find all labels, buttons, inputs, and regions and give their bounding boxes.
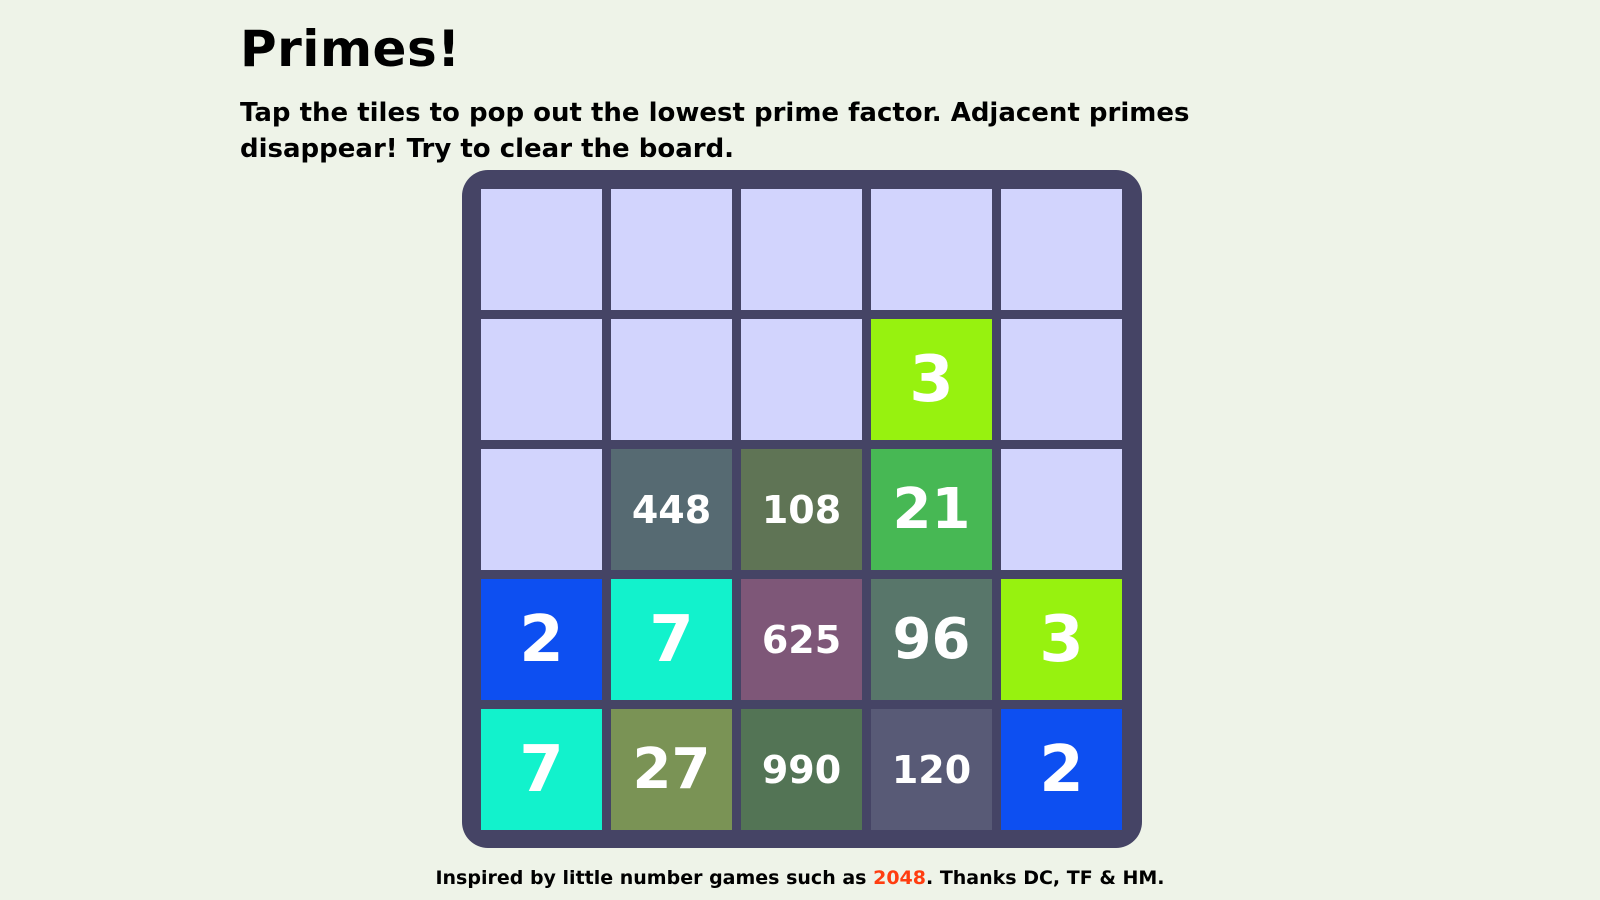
number-tile[interactable]: 625: [741, 579, 862, 700]
number-tile[interactable]: 3: [1001, 579, 1122, 700]
game-board: 3 448 108 21 2 7 625 96 3 7 27 990 120 2: [462, 170, 1142, 848]
number-tile[interactable]: 108: [741, 449, 862, 570]
tile-value: 108: [761, 487, 842, 532]
footer-text-before: Inspired by little number games such as: [435, 867, 874, 889]
tile-value: 27: [632, 737, 711, 802]
footer-text-after: . Thanks DC, TF & HM.: [925, 867, 1165, 889]
tile-value: 3: [1039, 602, 1084, 677]
empty-tile[interactable]: [741, 189, 862, 310]
game-page: Primes! Tap the tiles to pop out the low…: [0, 0, 1600, 900]
empty-tile[interactable]: [1001, 189, 1122, 310]
empty-tile[interactable]: [481, 449, 602, 570]
tile-value: 120: [891, 747, 972, 792]
number-tile[interactable]: 7: [611, 579, 732, 700]
tile-value: 3: [909, 342, 954, 417]
number-tile[interactable]: 2: [1001, 709, 1122, 830]
empty-tile[interactable]: [871, 189, 992, 310]
number-tile[interactable]: 120: [871, 709, 992, 830]
tile-value: 7: [519, 732, 564, 807]
tile-value: 448: [631, 487, 712, 532]
link-2048[interactable]: 2048: [873, 867, 926, 889]
number-tile[interactable]: 96: [871, 579, 992, 700]
number-tile[interactable]: 27: [611, 709, 732, 830]
tile-value: 625: [761, 617, 842, 662]
page-title: Primes!: [240, 20, 461, 78]
empty-tile[interactable]: [741, 319, 862, 440]
number-tile[interactable]: 3: [871, 319, 992, 440]
empty-tile[interactable]: [481, 319, 602, 440]
tile-value: 96: [892, 607, 971, 672]
tile-value: 7: [649, 602, 694, 677]
number-tile[interactable]: 21: [871, 449, 992, 570]
instructions-text: Tap the tiles to pop out the lowest prim…: [240, 98, 1190, 164]
empty-tile[interactable]: [611, 319, 732, 440]
tile-value: 21: [892, 477, 971, 542]
empty-tile[interactable]: [1001, 319, 1122, 440]
empty-tile[interactable]: [611, 189, 732, 310]
tile-value: 2: [1039, 732, 1084, 807]
number-tile[interactable]: 990: [741, 709, 862, 830]
empty-tile[interactable]: [481, 189, 602, 310]
tile-value: 2: [519, 602, 564, 677]
empty-tile[interactable]: [1001, 449, 1122, 570]
footer-credits: Inspired by little number games such as …: [0, 866, 1600, 890]
number-tile[interactable]: 7: [481, 709, 602, 830]
tile-value: 990: [761, 747, 842, 792]
number-tile[interactable]: 448: [611, 449, 732, 570]
number-tile[interactable]: 2: [481, 579, 602, 700]
